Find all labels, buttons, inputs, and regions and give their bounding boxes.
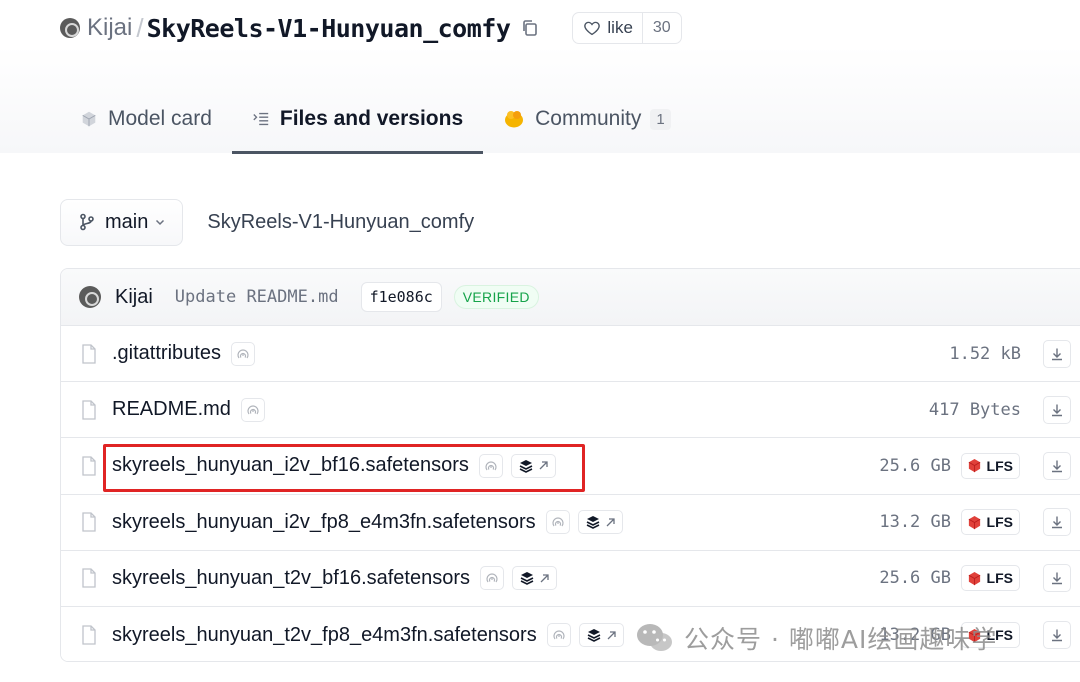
- commit-message[interactable]: Update README.md: [175, 287, 339, 307]
- download-icon[interactable]: [1043, 621, 1071, 650]
- lfs-icon: [968, 628, 980, 642]
- lfs-label: LFS: [986, 457, 1013, 474]
- lfs-icon: [968, 515, 980, 529]
- file-name-link[interactable]: skyreels_hunyuan_t2v_bf16.safetensors: [112, 567, 470, 590]
- safe-scan-icon[interactable]: [480, 566, 505, 591]
- chevron-down-icon: [154, 216, 166, 228]
- file-row: skyreels_hunyuan_t2v_bf16.safetensors 25.…: [61, 550, 1080, 607]
- download-icon[interactable]: [1043, 451, 1071, 480]
- lfs-badge: LFS: [960, 509, 1020, 536]
- file-row: skyreels_hunyuan_i2v_bf16.safetensors 25.…: [61, 438, 1080, 495]
- file-icon: [81, 625, 97, 645]
- like-count: 30: [641, 13, 681, 43]
- download-icon[interactable]: [1043, 339, 1071, 368]
- copy-icon[interactable]: [520, 18, 540, 38]
- branch-selector[interactable]: main: [60, 198, 184, 246]
- lfs-label: LFS: [986, 570, 1013, 587]
- verified-badge: VERIFIED: [453, 285, 539, 309]
- repo-tabs: Model card Files and versions Community …: [60, 90, 691, 154]
- file-icon: [81, 456, 97, 476]
- file-size: 417 Bytes: [928, 399, 1021, 420]
- tab-label: Model card: [108, 107, 212, 130]
- file-row: skyreels_hunyuan_t2v_fp8_e4m3fn.safetens…: [61, 606, 1080, 661]
- file-icon: [81, 400, 97, 420]
- like-label: like: [607, 18, 633, 37]
- tab-files-and-versions[interactable]: Files and versions: [231, 90, 484, 154]
- repo-header: Kijai / SkyReels-V1-Hunyuan_comfy like 3…: [60, 8, 682, 48]
- tab-model-card[interactable]: Model card: [60, 90, 232, 154]
- repo-owner-link[interactable]: Kijai: [87, 14, 132, 42]
- safe-scan-icon[interactable]: [240, 397, 265, 422]
- like-button[interactable]: like 30: [572, 12, 682, 44]
- download-icon[interactable]: [1043, 508, 1071, 537]
- owner-avatar[interactable]: [60, 18, 80, 38]
- lfs-label: LFS: [986, 627, 1013, 644]
- branch-row: main SkyReels-V1-Hunyuan_comfy: [60, 198, 474, 246]
- file-row: skyreels_hunyuan_i2v_fp8_e4m3fn.safetens…: [61, 494, 1080, 551]
- tab-label: Files and versions: [279, 107, 464, 130]
- repo-name-link[interactable]: SkyReels-V1-Hunyuan_comfy: [147, 14, 511, 43]
- file-icon: [81, 568, 97, 588]
- file-size: 1.52 kB: [949, 343, 1021, 364]
- xet-storage-icon[interactable]: [577, 510, 623, 535]
- download-icon[interactable]: [1043, 395, 1071, 424]
- tab-label: Community: [535, 107, 642, 130]
- xet-storage-icon[interactable]: [510, 453, 556, 478]
- download-icon[interactable]: [1043, 564, 1071, 593]
- commit-author-avatar[interactable]: [79, 286, 101, 308]
- lfs-icon: [968, 571, 980, 585]
- safe-scan-icon[interactable]: [478, 453, 503, 478]
- lfs-badge: LFS: [960, 452, 1020, 479]
- heart-icon: [584, 21, 601, 36]
- lfs-badge: LFS: [960, 622, 1020, 649]
- file-size: 25.6 GB: [879, 455, 951, 476]
- git-branch-icon: [79, 213, 95, 231]
- lfs-icon: [968, 459, 980, 473]
- last-commit-row: Kijai Update README.md f1e086c VERIFIED: [61, 269, 1080, 326]
- file-name-link[interactable]: skyreels_hunyuan_i2v_bf16.safetensors: [112, 454, 469, 477]
- file-table: Kijai Update README.md f1e086c VERIFIED …: [60, 268, 1080, 662]
- model-card-icon: [80, 110, 98, 128]
- lfs-label: LFS: [986, 514, 1013, 531]
- file-row: .gitattributes 1.52 kB: [61, 326, 1080, 383]
- xet-storage-icon[interactable]: [578, 623, 624, 648]
- community-icon: [503, 109, 525, 129]
- file-size: 13.2 GB: [879, 512, 951, 533]
- file-icon: [81, 343, 97, 364]
- path-separator: /: [136, 12, 144, 43]
- safe-scan-icon[interactable]: [545, 510, 570, 535]
- branch-label: main: [105, 210, 149, 233]
- files-list-icon: [252, 110, 270, 128]
- file-icon: [81, 512, 97, 532]
- xet-storage-icon[interactable]: [512, 566, 558, 591]
- tab-community[interactable]: Community 1: [483, 90, 691, 154]
- lfs-badge: LFS: [960, 565, 1020, 592]
- file-name-link[interactable]: skyreels_hunyuan_t2v_fp8_e4m3fn.safetens…: [112, 624, 537, 647]
- file-name-link[interactable]: .gitattributes: [112, 342, 221, 365]
- safe-scan-icon[interactable]: [230, 341, 255, 366]
- discussion-count-badge: 1: [650, 108, 671, 130]
- file-name-link[interactable]: skyreels_hunyuan_i2v_fp8_e4m3fn.safetens…: [112, 511, 536, 534]
- commit-hash[interactable]: f1e086c: [360, 282, 442, 312]
- path-breadcrumb[interactable]: SkyReels-V1-Hunyuan_comfy: [207, 211, 474, 234]
- safe-scan-icon[interactable]: [546, 623, 571, 648]
- file-size: 25.6 GB: [879, 568, 951, 589]
- file-row: README.md 417 Bytes: [61, 382, 1080, 439]
- commit-author[interactable]: Kijai: [115, 286, 153, 309]
- file-name-link[interactable]: README.md: [112, 398, 231, 421]
- file-size: 13.2 GB: [879, 625, 951, 646]
